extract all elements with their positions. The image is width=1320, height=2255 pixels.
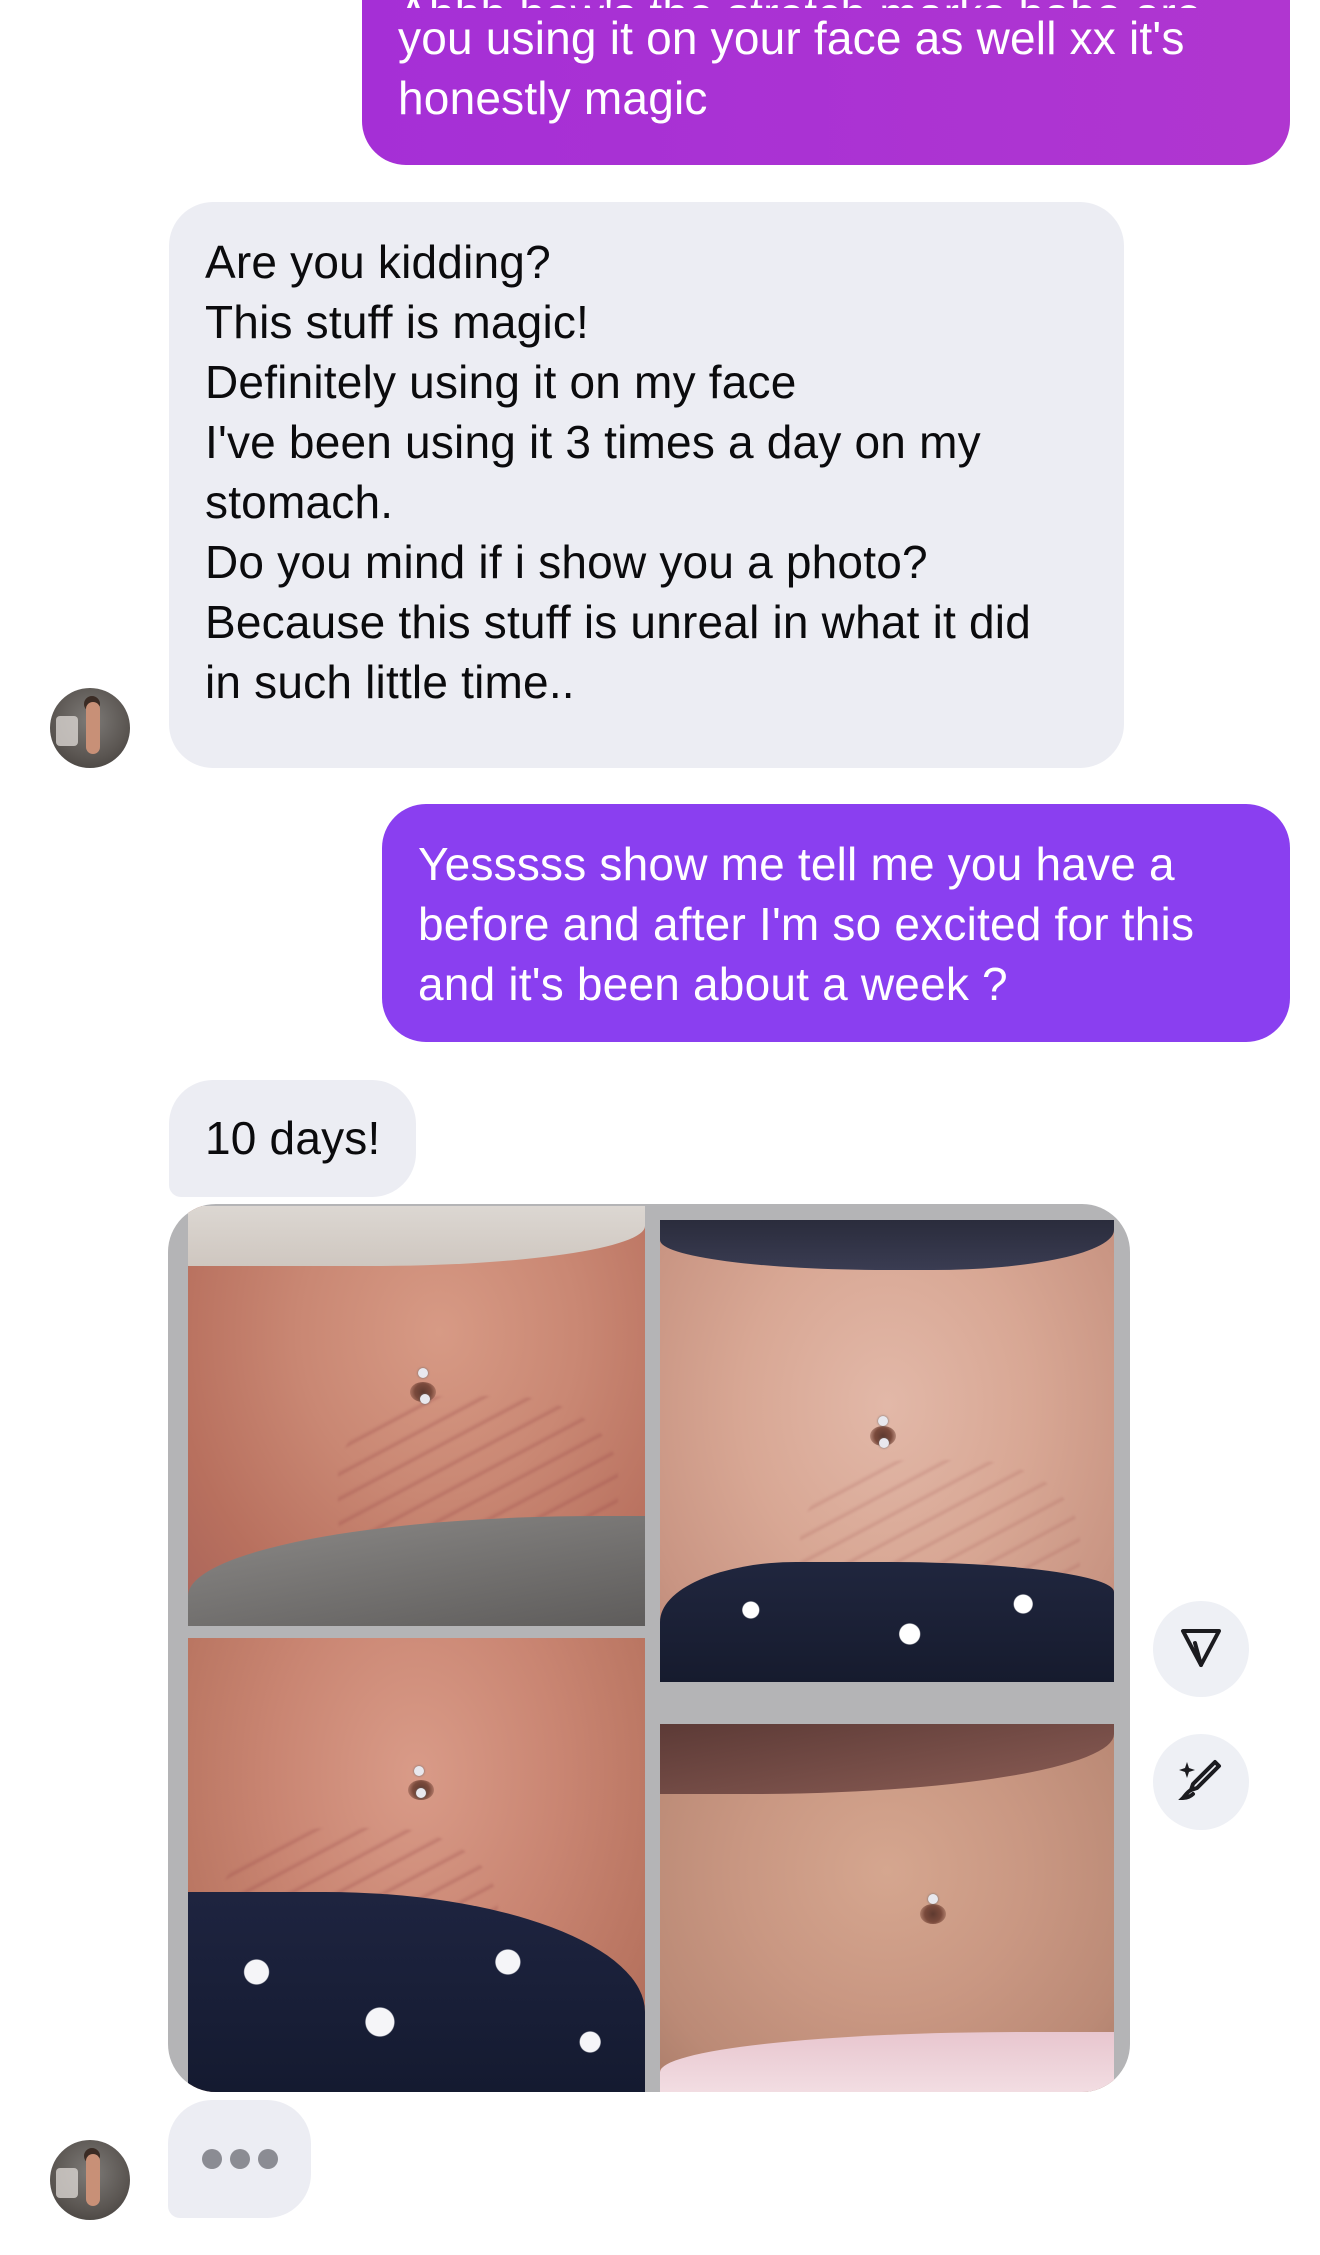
message-text-line: you using it on your face as well xx it'… (398, 12, 1185, 64)
message-text: 10 days! (205, 1112, 381, 1164)
message-text-line: and it's been about a week ? (418, 958, 1008, 1010)
paper-plane-icon (1177, 1623, 1225, 1676)
photo-panel-bottom-right (660, 1724, 1114, 2092)
message-text-line: Because this stuff is unreal in what it … (205, 596, 1031, 648)
photo-message[interactable] (168, 1204, 1130, 2092)
message-text-line: Are you kidding? (205, 236, 551, 288)
outgoing-message-bubble[interactable]: Ahhh how's the stretch marks babe are yo… (362, 0, 1290, 165)
message-text-line: Ahhh how's the stretch marks babe are (398, 0, 1254, 8)
contact-avatar[interactable] (50, 2140, 130, 2220)
message-text-line: before and after I'm so excited for this (418, 898, 1195, 950)
message-text-line: Do you mind if i show you a photo? (205, 536, 928, 588)
outgoing-message-bubble[interactable]: Yesssss show me tell me you have a befor… (382, 804, 1290, 1042)
incoming-message-bubble[interactable]: 10 days! (169, 1080, 416, 1197)
typing-dot (201, 2149, 222, 2169)
incoming-message-bubble[interactable]: Are you kidding? This stuff is magic! De… (169, 202, 1124, 768)
avatar-figure-body (86, 702, 100, 754)
edit-image-button[interactable] (1153, 1734, 1249, 1830)
avatar-background (56, 2168, 78, 2198)
message-text-line: Definitely using it on my face (205, 356, 797, 408)
message-text-line: Yesssss show me tell me you have a (418, 838, 1175, 890)
share-button[interactable] (1153, 1601, 1249, 1697)
photo-panel-top-left (188, 1206, 645, 1626)
photo-panel-top-right (660, 1220, 1114, 1682)
contact-avatar[interactable] (50, 688, 130, 768)
message-text-line: in such little time.. (205, 656, 575, 708)
typing-dot (257, 2149, 278, 2169)
typing-indicator (168, 2100, 311, 2218)
message-text-line: honestly magic (398, 72, 708, 124)
message-text-line: This stuff is magic! (205, 296, 590, 348)
photo-panel-bottom-left (188, 1638, 645, 2092)
avatar-background (56, 716, 78, 746)
typing-dot (229, 2149, 250, 2169)
sparkle-brush-icon (1175, 1754, 1227, 1811)
avatar-figure-body (86, 2154, 100, 2206)
message-text-line: I've been using it 3 times a day on my (205, 416, 981, 468)
message-text-line: stomach. (205, 476, 394, 528)
